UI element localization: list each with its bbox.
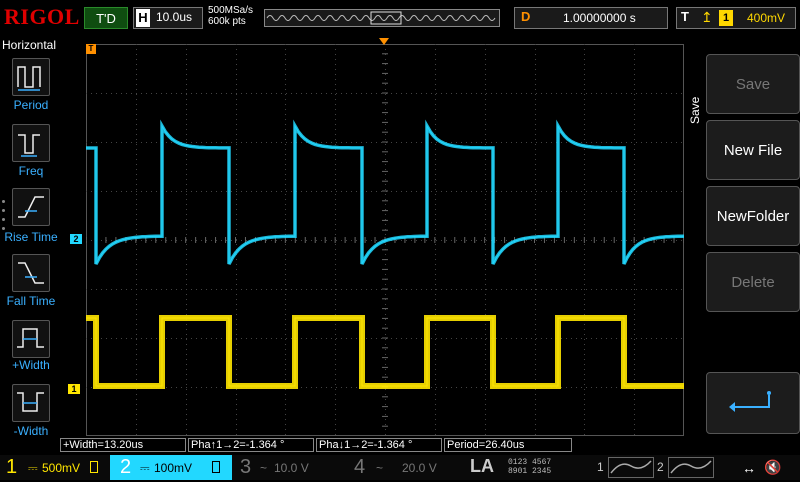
freq-label: Freq [18,164,44,178]
sample-rate: 500MSa/s [208,5,254,16]
trigger-label: T [681,9,689,24]
channel-1-scale: 500mV [42,461,81,475]
bandwidth-limit-icon [212,461,220,473]
delay-value: 1.00000000 s [563,11,636,25]
negative-width-button[interactable] [12,384,50,422]
frequency-icon [18,134,40,157]
ac-coupling-icon: ~ [260,461,268,475]
channel-3-control[interactable]: 3 ~ 10.0 V [234,455,344,480]
new-folder-button[interactable]: NewFolder [706,186,800,246]
sine-wave-icon [670,460,712,474]
generator-1-button[interactable]: 1 [597,457,654,478]
trigger-level-value: 400mV [747,11,786,25]
measurement-period[interactable]: Period=26.40us [444,438,572,452]
rise-time-button[interactable] [12,188,50,226]
rise-time-label: Rise Time [4,230,58,244]
usb-icon: ↔ [742,460,756,476]
period-icon [17,66,41,91]
period-button[interactable] [12,58,50,96]
trigger-control[interactable]: T ↥ 1 400mV [676,7,796,29]
channel-2-number: 2 [120,456,132,478]
channel-3-scale: 10.0 V [274,461,309,475]
freq-button[interactable] [12,124,50,162]
fall-time-button[interactable] [12,254,50,292]
positive-width-button[interactable] [12,320,50,358]
timebase-control[interactable]: H 10.0us [133,7,203,29]
bandwidth-limit-icon [90,461,98,473]
sine-wave-icon [610,460,652,474]
measurement-phase-falling[interactable]: Pha↓1→2=-1.364 ° [316,438,442,452]
save-menu: Save Save New File NewFolder Delete [684,36,800,456]
menu-title: Horizontal [2,38,57,52]
channel-1-number: 1 [6,456,18,478]
logic-channels-bottom: 8901 2345 [508,467,552,476]
trigger-time-marker[interactable]: T [86,44,96,54]
waveform-display[interactable] [86,44,684,436]
channel-bar: 1 ⎓ 500mV 2 ⎓ 100mV 3 ~ 10.0 V 4 ~ 20.0 … [0,455,800,480]
delay-control[interactable]: D 1.00000000 s [514,7,668,29]
save-button[interactable]: Save [706,54,800,114]
positive-width-icon [17,328,44,348]
channel-3-number: 3 [240,456,252,478]
delete-button[interactable]: Delete [706,252,800,312]
logic-analyzer-button[interactable]: LA [470,456,494,477]
memory-overview-strip[interactable] [264,9,500,27]
brand-logo: RIGOL [4,4,80,29]
trigger-status-badge[interactable]: T'D [84,7,128,29]
channel-1-offset-marker[interactable]: 1 [68,384,80,394]
negative-width-label: -Width [13,424,49,438]
channel-4-number: 4 [354,456,366,478]
fall-time-icon [18,262,44,284]
memory-depth: 600k pts [208,16,246,27]
acquisition-info: 500MSa/s 600k pts [208,5,253,27]
return-button[interactable] [706,372,800,434]
measurement-positive-width[interactable]: +Width=13.20us [60,438,186,452]
negative-width-icon [17,392,44,412]
channel-4-scale: 20.0 V [402,461,437,475]
horizontal-label: H [136,9,150,27]
dc-coupling-icon: ⎓ [140,461,150,475]
generator-2-button[interactable]: 2 [657,457,714,478]
trigger-position-marker[interactable] [379,38,389,46]
measurement-phase-rising[interactable]: Pha↑1→2=-1.364 ° [188,438,314,452]
logic-channel-map: 0123 4567 8901 2345 [508,458,551,476]
generator-2-number: 2 [657,460,664,474]
logic-channels-top: 0123 4567 [508,458,552,467]
ac-coupling-icon: ~ [376,461,384,475]
channel-2-control[interactable]: 2 ⎓ 100mV [110,455,232,480]
channel-1-control[interactable]: 1 ⎓ 500mV [0,455,110,480]
horizontal-measure-menu: Horizontal Period Freq Rise Time Fall Ti… [0,36,62,456]
channel-4-control[interactable]: 4 ~ 20.0 V [350,455,460,480]
speaker-mute-icon[interactable]: 🔇 [764,459,781,476]
dc-coupling-icon: ⎓ [28,461,38,475]
channel-2-scale: 100mV [154,461,193,475]
trigger-source-badge: 1 [719,10,733,26]
new-file-button[interactable]: New File [706,120,800,180]
delay-label: D [521,9,531,24]
save-menu-title: Save [688,96,702,124]
measurement-bar: +Width=13.20us Pha↑1→2=-1.364 ° Pha↓1→2=… [60,437,684,453]
fall-time-label: Fall Time [6,294,56,308]
channel-2-offset-marker[interactable]: 2 [70,234,82,244]
period-label: Period [13,98,49,112]
generator-1-number: 1 [597,460,604,474]
return-arrow-icon [729,391,771,412]
timebase-value: 10.0us [156,10,193,24]
rise-time-icon [18,196,44,218]
positive-width-label: +Width [12,358,50,372]
status-bar: RIGOL T'D H 10.0us 500MSa/s 600k pts D 1… [0,0,800,36]
rising-edge-icon: ↥ [701,9,713,25]
